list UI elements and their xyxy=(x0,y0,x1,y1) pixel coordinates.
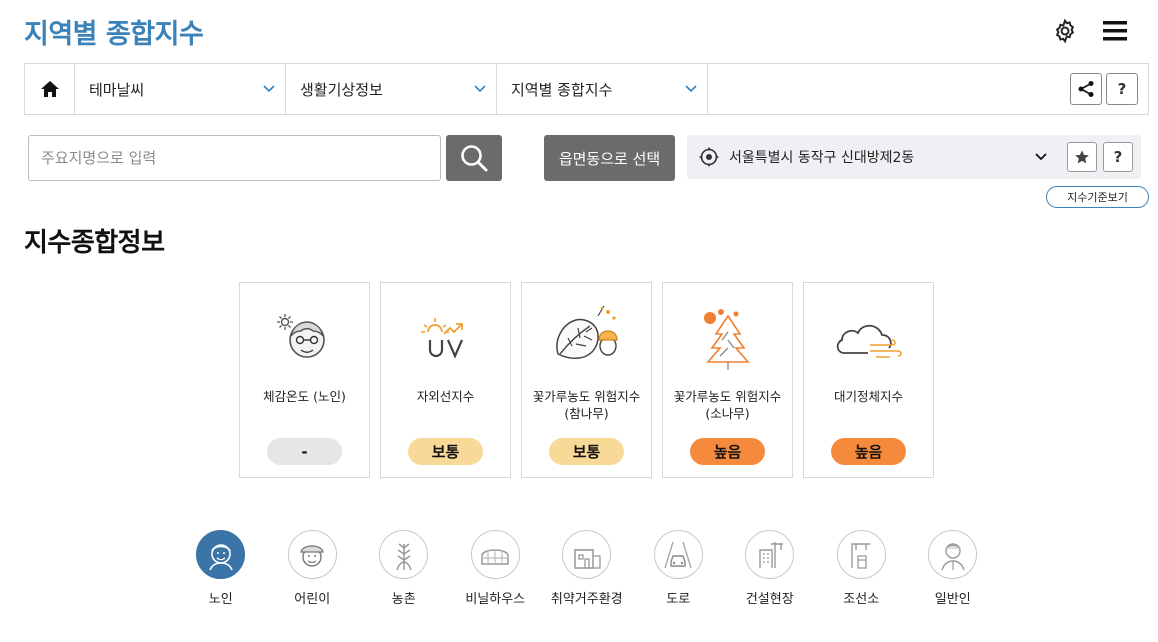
oak-leaf-icon xyxy=(522,303,651,373)
elderly-sun-icon xyxy=(240,303,369,373)
uv-icon xyxy=(381,303,510,373)
road-car-icon xyxy=(653,530,703,579)
card-name-line1: 꽃가루농도 위험지수 xyxy=(532,389,641,404)
target-label: 어린이 xyxy=(294,592,331,607)
target-tab-elderly[interactable]: 노인 xyxy=(175,530,267,607)
card-name-line1: 꽃가루농도 위험지수 xyxy=(673,389,782,404)
elderly-icon xyxy=(196,530,246,579)
view-standard-button[interactable]: 지수기준보기 xyxy=(1046,186,1149,208)
card-name-line2: (소나무) xyxy=(705,406,750,421)
construction-icon xyxy=(745,530,795,579)
select-dong-button[interactable]: 읍면동으로 선택 xyxy=(544,135,675,181)
help-button[interactable]: ? xyxy=(1106,73,1138,105)
greenhouse-icon xyxy=(470,530,520,579)
target-tab-child[interactable]: 어린이 xyxy=(267,530,359,607)
chevron-down-icon xyxy=(685,85,697,93)
card-level-badge: - xyxy=(267,438,342,465)
location-help-button[interactable]: ? xyxy=(1103,142,1133,172)
card-name: 꽃가루농도 위험지수 (참나무) xyxy=(524,388,649,422)
index-card[interactable]: 자외선지수 보통 xyxy=(380,282,511,478)
card-level-badge: 보통 xyxy=(549,438,624,465)
search-icon xyxy=(461,145,488,172)
chevron-down-icon xyxy=(263,85,275,93)
target-label: 건설현장 xyxy=(745,592,794,607)
card-level-badge: 높음 xyxy=(831,438,906,465)
target-label: 노인 xyxy=(208,592,233,607)
target-label: 비닐하우스 xyxy=(465,592,526,607)
target-tab-shipyard[interactable]: 조선소 xyxy=(816,530,908,607)
target-label: 일반인 xyxy=(934,592,971,607)
nav-select-label: 지역별 종합지수 xyxy=(511,80,613,99)
index-card[interactable]: 체감온도 (노인) - xyxy=(239,282,370,478)
wheat-icon xyxy=(379,530,429,579)
card-name: 체감온도 (노인) xyxy=(263,389,346,404)
house-icon xyxy=(562,530,612,579)
target-tab-road[interactable]: 도로 xyxy=(633,530,725,607)
index-cards: 체감온도 (노인) - 자외선지수 보통 꽃가루농도 위험지수 (참나무) 보통… xyxy=(239,282,934,478)
target-label: 도로 xyxy=(666,592,691,607)
target-tab-farm[interactable]: 농촌 xyxy=(358,530,450,607)
page-title: 지역별 종합지수 xyxy=(24,19,204,50)
index-card[interactable]: 꽃가루농도 위험지수 (참나무) 보통 xyxy=(521,282,652,478)
star-icon xyxy=(1075,150,1089,164)
nav-select-label: 생활기상정보 xyxy=(300,80,383,99)
favorite-button[interactable] xyxy=(1067,142,1097,172)
location-selector: 서울특별시 동작구 신대방제2동 ? xyxy=(687,135,1141,179)
target-tab-greenhouse[interactable]: 비닐하우스 xyxy=(450,530,542,607)
target-label: 조선소 xyxy=(843,592,880,607)
home-button[interactable] xyxy=(25,64,75,114)
card-name: 꽃가루농도 위험지수 (소나무) xyxy=(665,388,790,422)
home-icon xyxy=(40,81,59,97)
hamburger-icon[interactable] xyxy=(1100,16,1130,46)
nav-select-category[interactable]: 생활기상정보 xyxy=(286,64,497,114)
person-icon xyxy=(928,530,978,579)
search-button[interactable] xyxy=(446,135,502,181)
card-name: 자외선지수 xyxy=(416,389,475,404)
pine-tree-icon xyxy=(663,303,792,373)
target-tab-vulnerable-housing[interactable]: 취약거주환경 xyxy=(541,530,633,607)
target-tab-construction[interactable]: 건설현장 xyxy=(724,530,816,607)
card-level-badge: 높음 xyxy=(690,438,765,465)
nav-select-label: 테마날씨 xyxy=(89,80,145,99)
search-input[interactable] xyxy=(28,135,441,181)
breadcrumb-navbar: 테마날씨 생활기상정보 지역별 종합지수 ? xyxy=(24,63,1149,115)
card-level-badge: 보통 xyxy=(408,438,483,465)
share-button[interactable] xyxy=(1070,73,1102,105)
top-icons xyxy=(1050,16,1130,46)
gear-icon[interactable] xyxy=(1050,16,1080,46)
cloud-wind-icon xyxy=(804,303,933,373)
share-icon xyxy=(1078,81,1094,97)
index-card[interactable]: 대기정체지수 높음 xyxy=(803,282,934,478)
card-name-line2: (참나무) xyxy=(564,406,609,421)
location-text: 서울특별시 동작구 신대방제2동 xyxy=(729,150,915,166)
section-title: 지수종합정보 xyxy=(24,228,165,258)
child-icon xyxy=(287,530,337,579)
shipyard-icon xyxy=(836,530,886,579)
target-group-tabs: 노인 어린이 농촌 비닐하우스 취약거주환경 도로 건설현장 조선소 일반인 xyxy=(175,530,999,607)
card-name: 대기정체지수 xyxy=(833,389,903,404)
target-label: 취약거주환경 xyxy=(550,592,623,607)
chevron-down-icon[interactable] xyxy=(1035,153,1047,161)
target-location-icon[interactable] xyxy=(699,147,719,167)
target-tab-general[interactable]: 일반인 xyxy=(907,530,999,607)
target-label: 농촌 xyxy=(391,592,416,607)
nav-select-page[interactable]: 지역별 종합지수 xyxy=(497,64,708,114)
chevron-down-icon xyxy=(474,85,486,93)
nav-select-theme[interactable]: 테마날씨 xyxy=(75,64,286,114)
index-card[interactable]: 꽃가루농도 위험지수 (소나무) 높음 xyxy=(662,282,793,478)
